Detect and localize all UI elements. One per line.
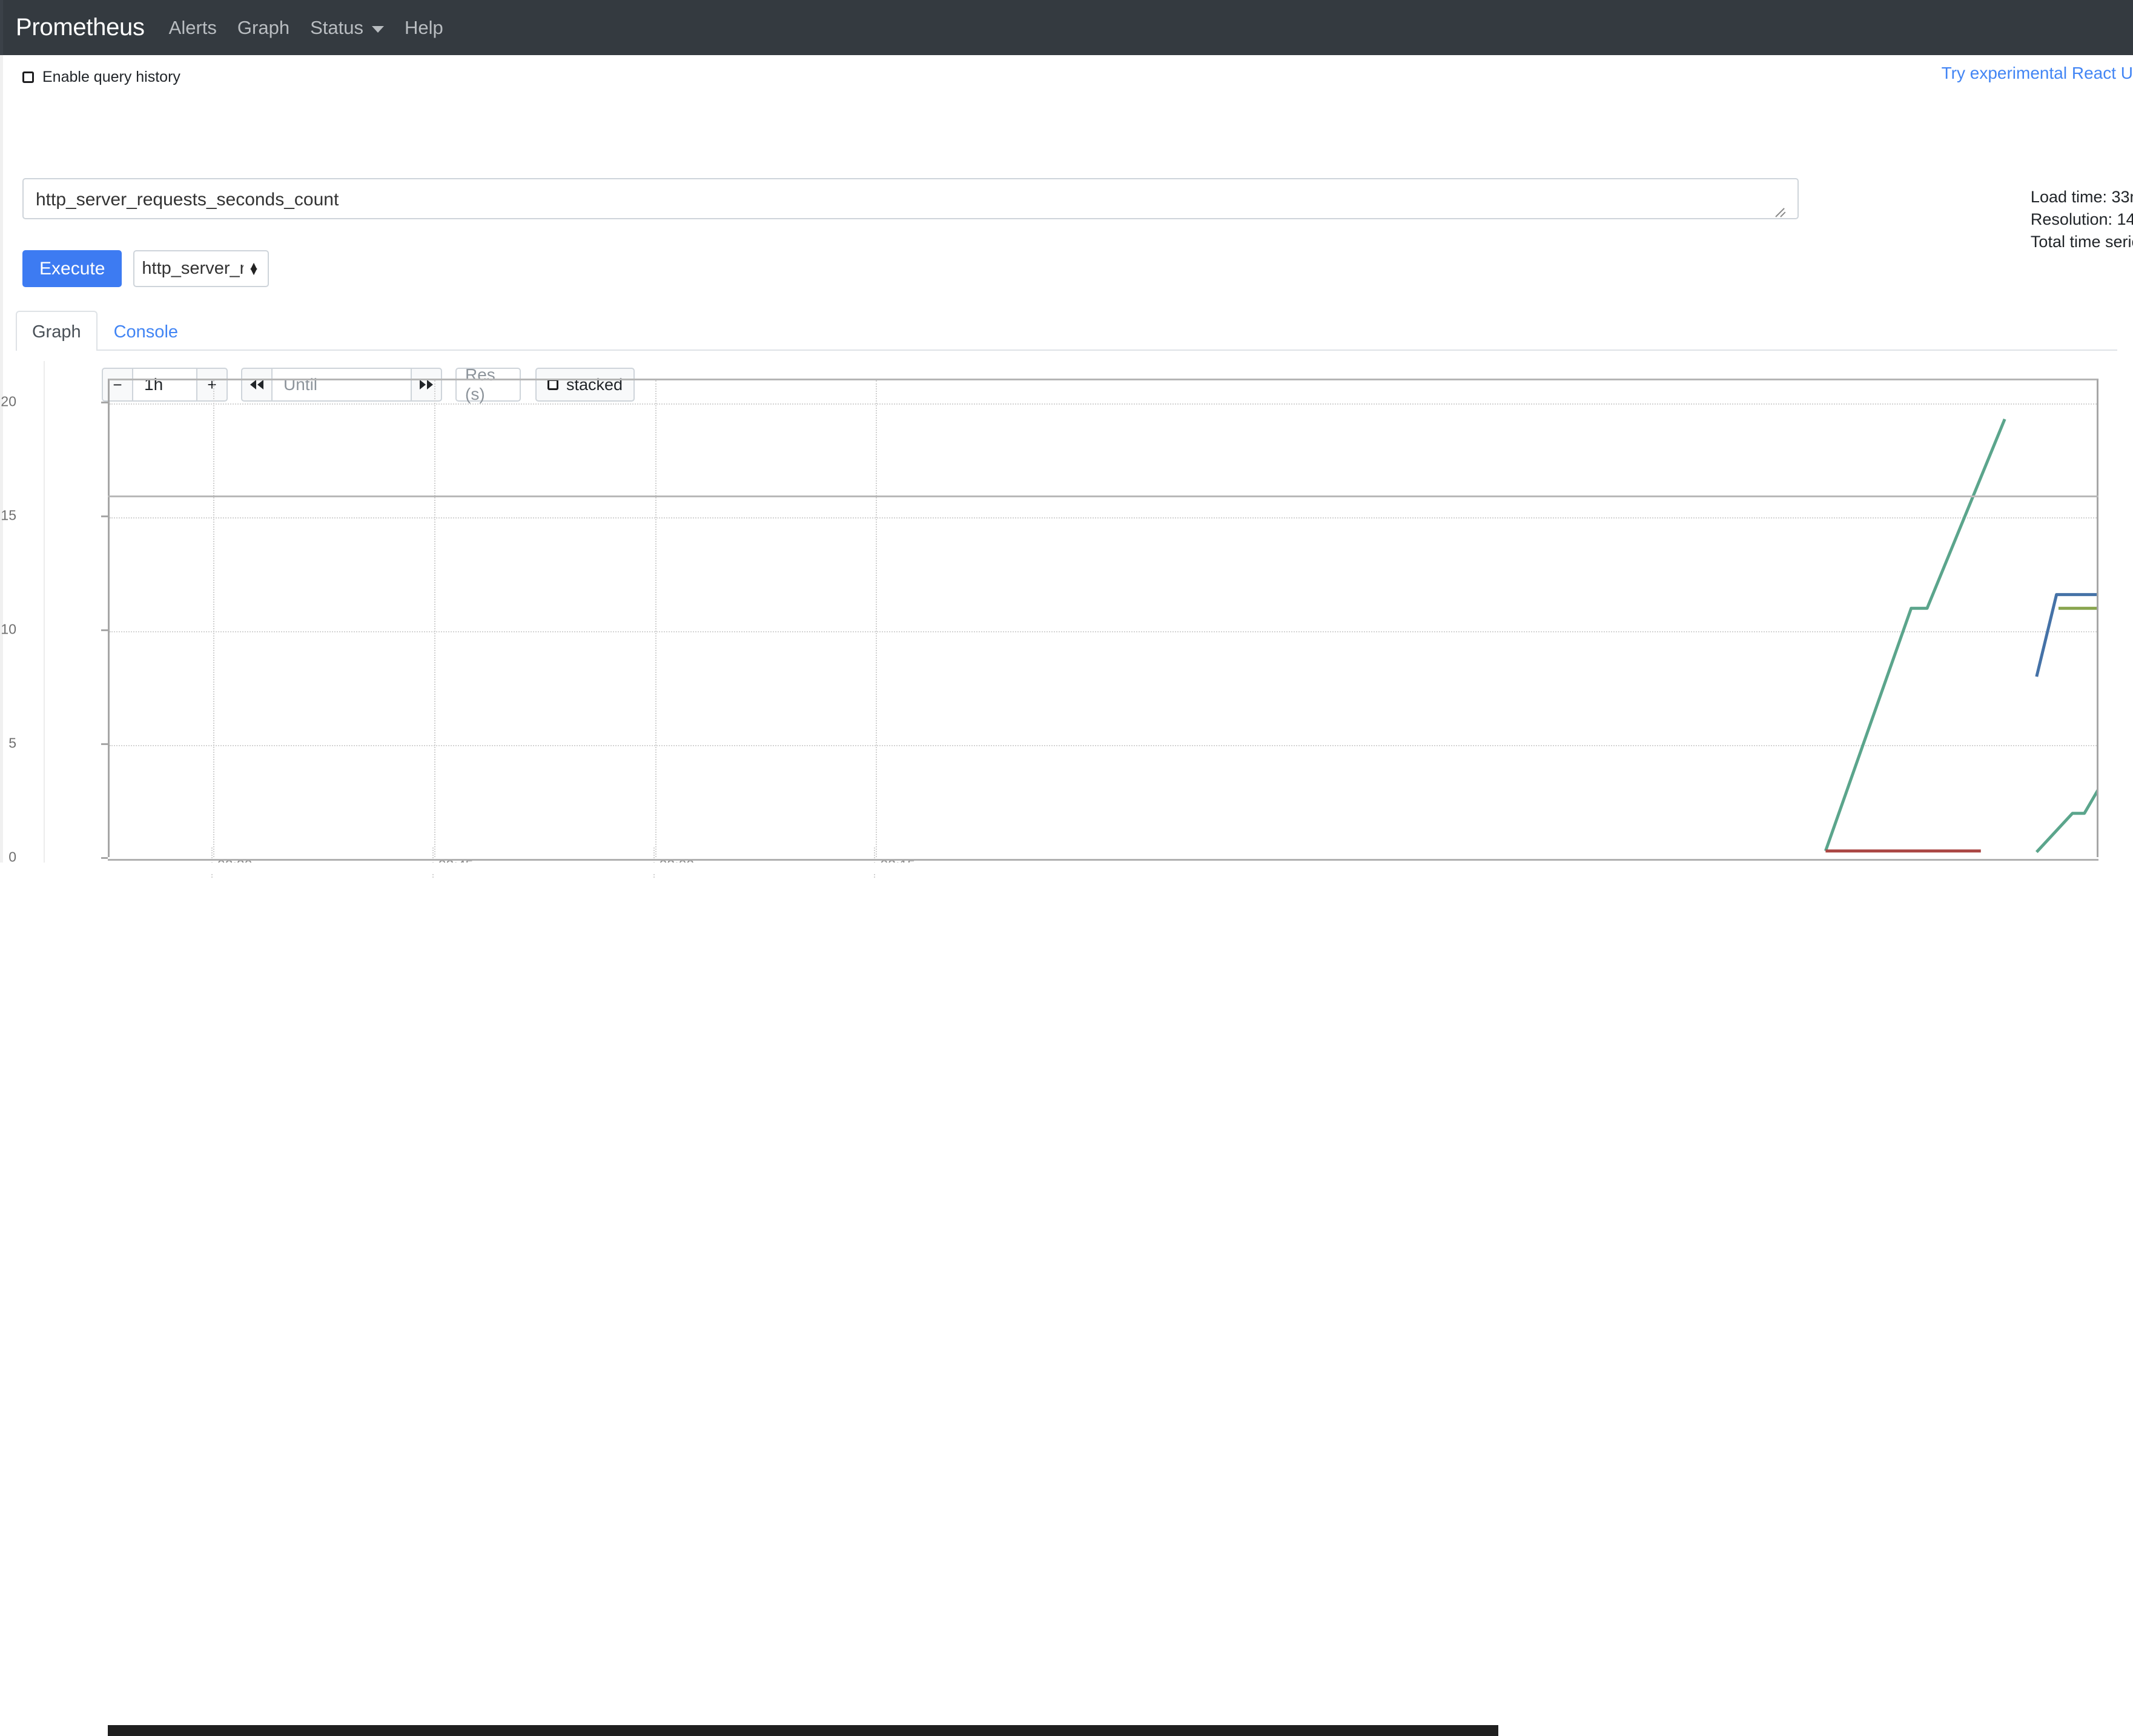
chevron-down-icon [371, 26, 384, 33]
series-layer [1824, 419, 2097, 853]
tab-graph[interactable]: Graph [16, 311, 98, 351]
try-react-ui-link[interactable]: Try experimental React U [1942, 64, 2133, 83]
chart-gutter-divider [44, 361, 45, 873]
enable-query-history-label: Enable query history [42, 68, 180, 85]
nav-item-help[interactable]: Help [405, 17, 443, 39]
y-axis-tick-label: 15 [1, 507, 16, 523]
stat-resolution: Resolution: 14s [2030, 210, 2133, 228]
chart-bottom-rule [108, 859, 2098, 861]
x-axis-line [108, 495, 2098, 497]
nav-item-alerts-label: Alerts [168, 16, 217, 38]
query-options-row: Enable query history Try experimental Re… [16, 55, 2133, 90]
y-axis-tick-label: 20 [1, 393, 16, 409]
y-axis-tick-mark [101, 515, 108, 517]
query-stats: Load time: 33m Resolution: 14s Total tim… [2031, 186, 2133, 253]
y-axis-tick-mark [101, 743, 108, 745]
main-navbar: Prometheus Alerts Graph Status Help [0, 0, 2133, 55]
tab-console-label: Console [113, 322, 179, 342]
brand-prometheus[interactable]: Prometheus [16, 14, 145, 41]
enable-query-history-control[interactable]: Enable query history [22, 68, 180, 86]
horizontal-scrollbar-track[interactable] [0, 863, 2133, 1736]
select-spinner-icon: ▲ ▼ [248, 259, 260, 278]
nav-item-status-label: Status [310, 16, 363, 38]
y-axis-tick-mark [101, 629, 108, 631]
graph-chart[interactable]: 0 5 10 15 20 [0, 361, 2133, 873]
textarea-resize-grip[interactable] [1775, 205, 1789, 219]
y-axis-tick-mark [101, 857, 108, 859]
tab-console[interactable]: Console [98, 311, 194, 351]
y-axis-tick-label: 5 [8, 735, 16, 751]
metric-select-value: http_server_requests_sec [142, 259, 243, 278]
tab-graph-label: Graph [32, 322, 81, 342]
plot-area[interactable] [108, 379, 2098, 857]
chart-series-line [2035, 789, 2097, 853]
stat-total-series: Total time series [2030, 233, 2133, 251]
execute-row: Execute http_server_requests_sec ▲▼ [22, 250, 270, 287]
panel-tabs: Graph Console [16, 310, 2117, 351]
execute-button[interactable]: Execute [22, 250, 122, 287]
stat-load-time: Load time: 33m [2030, 188, 2133, 206]
nav-item-help-label: Help [404, 16, 443, 38]
horizontal-scrollbar-thumb[interactable] [108, 1725, 1498, 1736]
y-axis-tick-label: 10 [1, 621, 16, 637]
nav-item-graph[interactable]: Graph [237, 17, 289, 39]
nav-item-alerts[interactable]: Alerts [169, 17, 217, 39]
chart-series-line [1824, 419, 2006, 852]
y-axis-tick-mark [101, 401, 108, 403]
query-expression-input[interactable] [22, 178, 1799, 219]
metric-select-dropdown[interactable]: http_server_requests_sec ▲▼ [133, 250, 270, 287]
enable-query-history-checkbox[interactable] [22, 71, 34, 83]
page-body: Enable query history Try experimental Re… [0, 55, 2133, 403]
nav-item-graph-label: Graph [237, 16, 290, 38]
nav-item-status[interactable]: Status [310, 17, 384, 39]
